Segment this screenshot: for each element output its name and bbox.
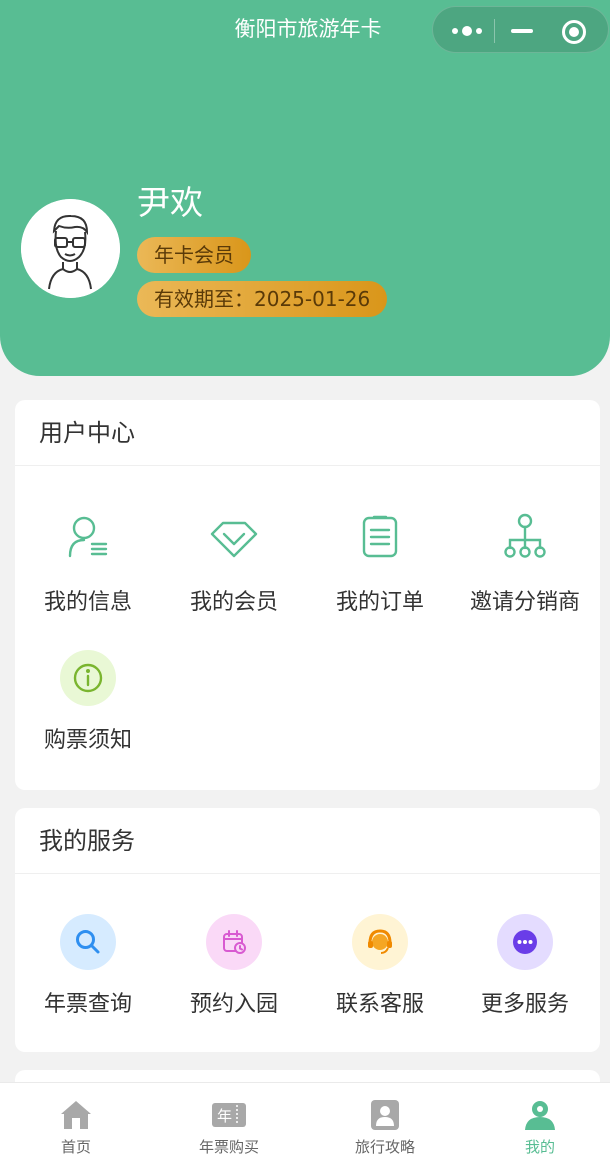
customer-service-label: 联系客服 — [335, 992, 424, 1017]
my-membership-label: 我的会员 — [189, 590, 278, 615]
expire-date-badge: 有效期至：2025-01-26 — [137, 281, 388, 317]
ticket-query-label: 年票查询 — [43, 992, 132, 1017]
profile-icon — [522, 1097, 558, 1133]
ticket-icon: 年 — [211, 1097, 247, 1133]
customer-service-icon — [352, 914, 408, 970]
profile-header: 衡阳市旅游年卡 尹欢 年卡会员 有效期至：2025-01-26 — [0, 0, 610, 376]
park-reservation-label: 预约入园 — [189, 992, 278, 1017]
calendar-icon — [206, 914, 262, 970]
my-orders-item[interactable]: 我的订单 — [307, 512, 453, 616]
tab-ticket-purchase-label: 年票购买 — [198, 1138, 259, 1156]
park-reservation-item[interactable]: 预约入园 — [161, 914, 307, 1018]
customer-service-item[interactable]: 联系客服 — [307, 914, 453, 1018]
my-orders-label: 我的订单 — [335, 590, 424, 615]
ticket-notice-label: 购票须知 — [43, 728, 132, 753]
my-membership-item[interactable]: 我的会员 — [161, 512, 307, 616]
ticket-notice-item[interactable]: 购票须知 — [15, 650, 161, 754]
info-icon — [60, 650, 116, 706]
tab-travel-guide-label: 旅行攻略 — [354, 1138, 415, 1156]
user-info-icon — [60, 512, 116, 568]
my-info-label: 我的信息 — [43, 590, 132, 615]
ticket-query-item[interactable]: 年票查询 — [15, 914, 161, 1018]
close-program-icon[interactable] — [562, 20, 586, 44]
network-icon — [497, 512, 553, 568]
avatar[interactable] — [21, 199, 120, 298]
more-services-label: 更多服务 — [480, 992, 569, 1017]
diamond-icon — [206, 512, 262, 568]
tab-mine[interactable]: 我的 — [464, 1083, 610, 1159]
more-services-item[interactable]: 更多服务 — [452, 914, 598, 1018]
more-icon — [497, 914, 553, 970]
tab-ticket-purchase[interactable]: 年 年票购买 — [153, 1083, 305, 1159]
tab-travel-guide[interactable]: 旅行攻略 — [309, 1083, 461, 1159]
my-services-title: 我的服务 — [15, 808, 600, 874]
invite-distributor-label: 邀请分销商 — [469, 590, 580, 615]
my-info-item[interactable]: 我的信息 — [15, 512, 161, 616]
svg-text:年: 年 — [217, 1107, 232, 1125]
bottom-tab-bar: 首页 年 年票购买 旅行攻略 我的 — [0, 1082, 610, 1159]
order-list-icon — [352, 512, 408, 568]
guide-icon — [367, 1097, 403, 1133]
my-services-card: 我的服务 年票查询 预约入园 联系客服 更多服务 — [15, 808, 600, 1052]
mini-program-capsule — [432, 6, 609, 53]
user-name: 尹欢 — [137, 183, 203, 222]
invite-distributor-item[interactable]: 邀请分销商 — [452, 512, 598, 616]
more-menu-icon[interactable] — [452, 25, 486, 37]
user-center-card: 用户中心 我的信息 我的会员 我的订单 邀请分销商 购票须知 — [15, 400, 600, 790]
tab-home-label: 首页 — [60, 1138, 91, 1156]
search-icon — [60, 914, 116, 970]
home-icon — [58, 1097, 94, 1133]
member-badge: 年卡会员 — [137, 237, 251, 273]
tab-home[interactable]: 首页 — [0, 1083, 152, 1159]
user-center-title: 用户中心 — [15, 400, 600, 466]
minimize-icon[interactable] — [511, 29, 533, 33]
tab-mine-label: 我的 — [524, 1138, 555, 1156]
